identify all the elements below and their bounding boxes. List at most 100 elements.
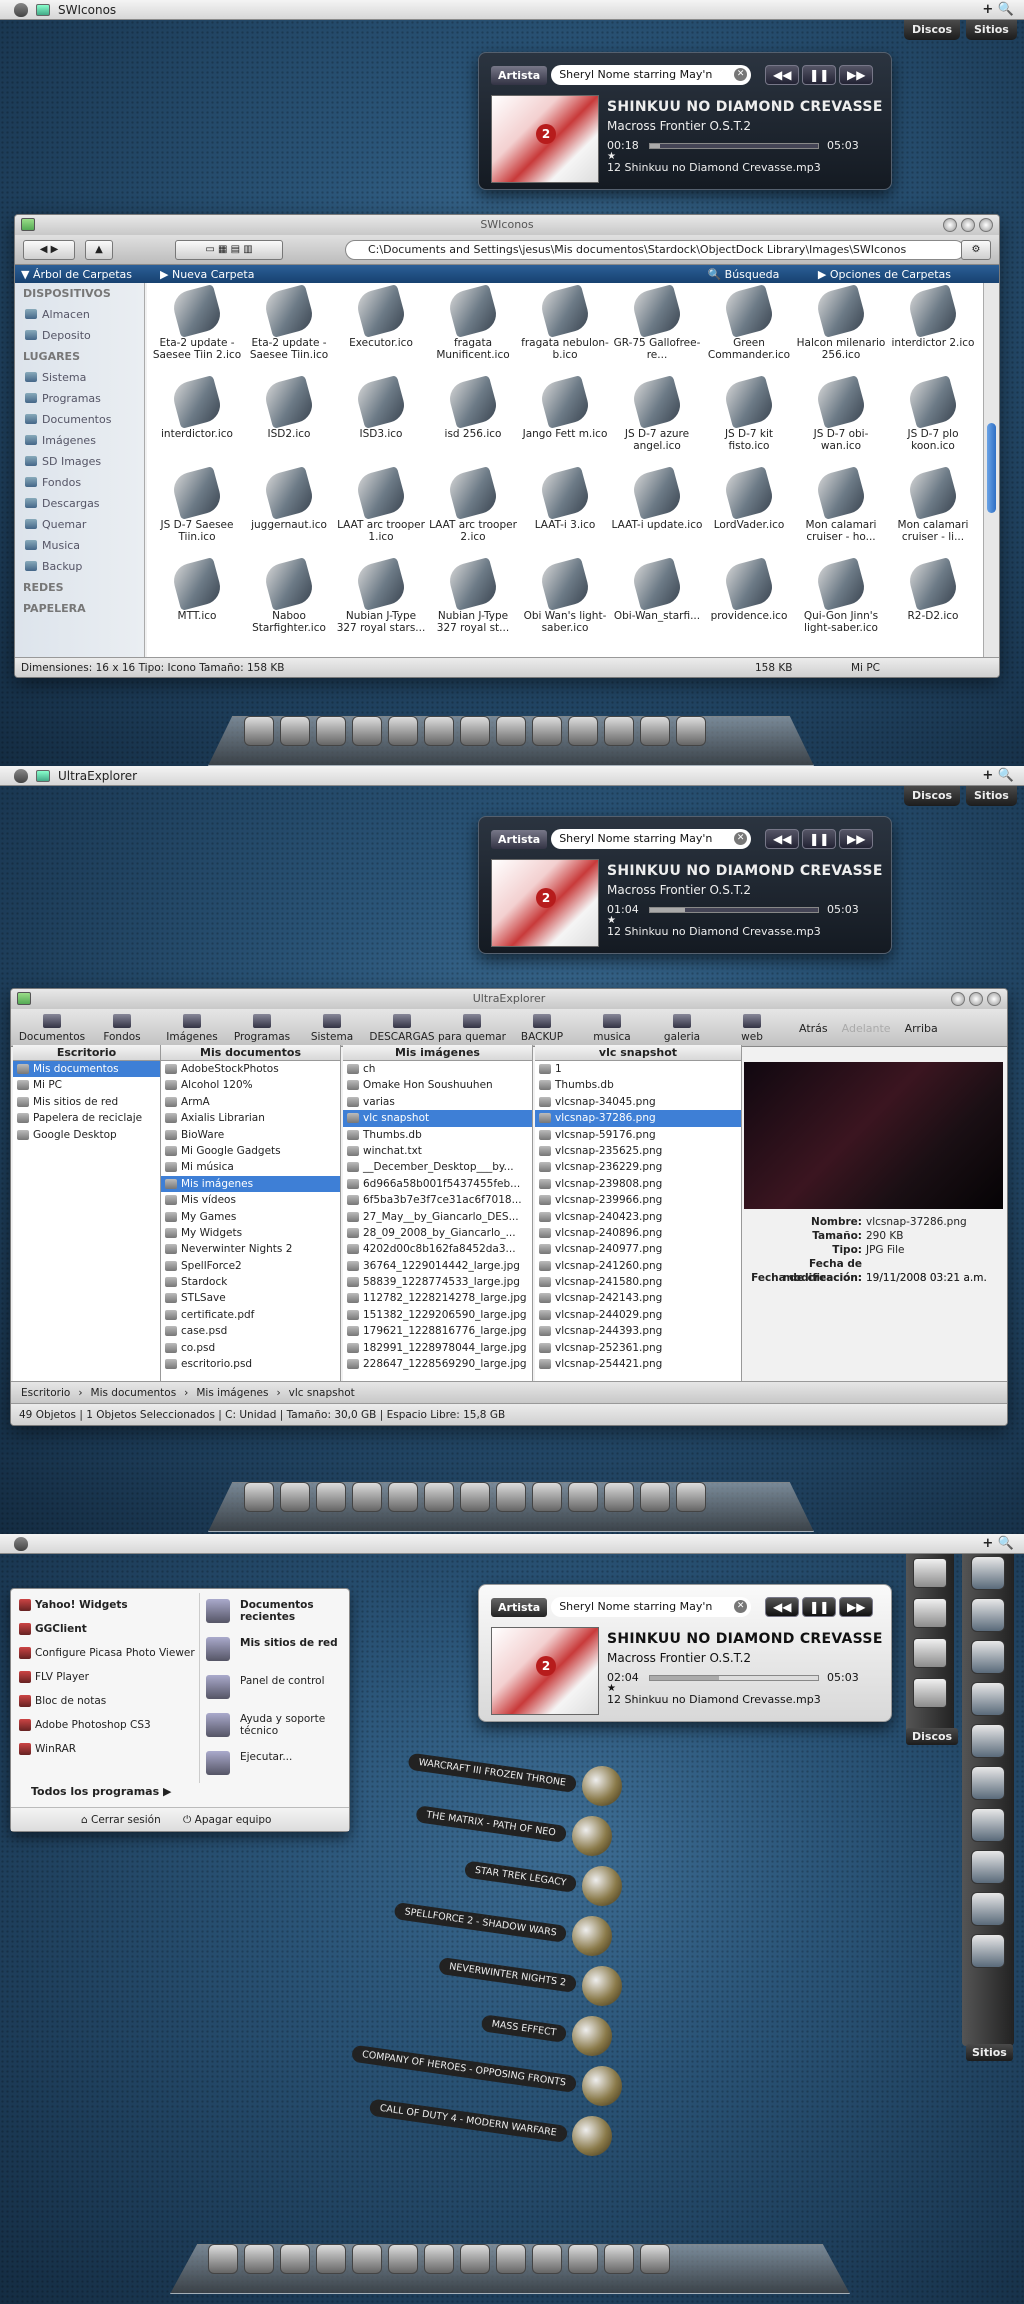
add-search-icons[interactable]: + 🔍 [982, 768, 1014, 783]
list-item[interactable]: Mi PC [13, 1077, 160, 1093]
list-item[interactable]: vlcsnap-239966.png [535, 1192, 741, 1208]
list-item[interactable]: Omake Hon Soushuuhen [343, 1077, 532, 1093]
file-icon-item[interactable]: R2-D2.ico [887, 557, 979, 653]
list-item[interactable]: 1 [535, 1061, 741, 1077]
file-icon-item[interactable]: Nubian J-Type 327 royal st... [427, 557, 519, 653]
sidebar-item[interactable]: Deposito [15, 325, 144, 346]
dock-app-icon[interactable] [388, 1482, 418, 1512]
dock-app-icon[interactable] [676, 716, 706, 746]
list-item[interactable]: Thumbs.db [343, 1127, 532, 1143]
list-item[interactable]: Papelera de reciclaje [13, 1110, 160, 1126]
sidebar-item[interactable]: Musica [15, 535, 144, 556]
list-item[interactable]: 36764_1229014442_large.jpg [343, 1258, 532, 1274]
dock-app-icon[interactable] [568, 716, 598, 746]
start-menu-place[interactable]: Mis sitios de red [200, 1631, 347, 1669]
game-launcher-item[interactable]: THE MATRIX - PATH OF NEO [312, 1805, 612, 1856]
dock-app-icon[interactable] [280, 716, 310, 746]
dock-app-icon[interactable] [244, 1482, 274, 1512]
list-item[interactable]: vlcsnap-244393.png [535, 1323, 741, 1339]
dock-app-icon[interactable] [532, 716, 562, 746]
view-mode-buttons[interactable]: ▭ ▦ ▤ ▥ [175, 240, 283, 260]
progress-bar[interactable] [649, 143, 819, 149]
list-item[interactable]: Mi música [161, 1159, 340, 1175]
drive-icon[interactable] [913, 1638, 947, 1668]
game-launcher-item[interactable]: COMPANY OF HEROES - OPPOSING FRONTS [322, 2044, 622, 2106]
list-item[interactable]: 6d966a58b001f5437455feb... [343, 1176, 532, 1192]
dock-app-icon[interactable] [388, 716, 418, 746]
search-input[interactable]: Sheryl Nome starring May'n ✕ [551, 1597, 752, 1617]
toolbar-button[interactable]: galeria [647, 1014, 717, 1043]
dock-app-icon[interactable] [640, 1482, 670, 1512]
file-icon-item[interactable]: Qui-Gon Jinn's light-saber.ico [795, 557, 887, 653]
dock-app-icon[interactable] [568, 2244, 598, 2274]
tab-sitios[interactable]: Sitios [966, 786, 1017, 806]
dock-app-icon[interactable] [352, 1482, 382, 1512]
toolbar-button[interactable]: Sistema [297, 1014, 367, 1043]
list-item[interactable]: Neverwinter Nights 2 [161, 1241, 340, 1257]
file-icon-item[interactable]: JS D-7 Saesee Tiin.ico [151, 466, 243, 562]
file-icon-item[interactable]: Mon calamari cruiser - li... [887, 466, 979, 562]
toolbar-button[interactable]: BACKUP [507, 1014, 577, 1043]
list-item[interactable]: 27_May__by_Giancarlo_DES... [343, 1209, 532, 1225]
game-launcher-item[interactable]: CALL OF DUTY 4 - MODERN WARFARE [312, 2098, 612, 2156]
rewind-button[interactable]: ◀◀ [765, 829, 800, 849]
file-icon-item[interactable]: Obi Wan's light-saber.ico [519, 557, 611, 653]
add-search-icons[interactable]: + 🔍 [982, 2, 1014, 17]
list-item[interactable]: Mis imágenes [161, 1175, 340, 1193]
file-icon-item[interactable]: LAAT arc trooper 2.ico [427, 466, 519, 562]
list-item[interactable]: 28_09_2008_by_Giancarlo_... [343, 1225, 532, 1241]
file-icon-item[interactable]: providence.ico [703, 557, 795, 653]
dock-app-icon[interactable] [352, 2244, 382, 2274]
file-icon-item[interactable]: LAAT-i update.ico [611, 466, 703, 562]
scroll-thumb[interactable] [987, 423, 996, 513]
file-icon-item[interactable]: Nubian J-Type 327 royal stars... [335, 557, 427, 653]
list-item[interactable]: varias [343, 1094, 532, 1110]
sidebar-item[interactable]: Almacen [15, 304, 144, 325]
list-item[interactable]: AdobeStockPhotos [161, 1061, 340, 1077]
tab-sitios[interactable]: Sitios [966, 20, 1017, 40]
toolbar-button[interactable]: Fondos [87, 1014, 157, 1043]
list-item[interactable]: Mis documentos [13, 1061, 160, 1078]
file-icon-item[interactable]: JS D-7 azure angel.ico [611, 375, 703, 471]
start-menu-item[interactable]: GGClient [15, 1617, 195, 1641]
file-icon-item[interactable]: interdictor 2.ico [887, 284, 979, 380]
site-icon[interactable] [971, 1682, 1005, 1716]
pause-button[interactable]: ❚❚ [802, 65, 837, 85]
list-item[interactable]: vlcsnap-242143.png [535, 1290, 741, 1306]
sidebar-item[interactable]: Quemar [15, 514, 144, 535]
file-icon-item[interactable]: LAAT-i 3.ico [519, 466, 611, 562]
dock-app-icon[interactable] [496, 1482, 526, 1512]
dock-app-icon[interactable] [352, 716, 382, 746]
file-icon-item[interactable]: Mon calamari cruiser - ho... [795, 466, 887, 562]
list-item[interactable]: 112782_1228214278_large.jpg [343, 1290, 532, 1306]
progress-bar[interactable] [649, 907, 819, 913]
close-button[interactable] [987, 992, 1001, 1006]
list-item[interactable]: ArmA [161, 1094, 340, 1110]
toolbar-button[interactable]: web [717, 1014, 787, 1043]
apple-icon[interactable] [14, 2, 28, 17]
breadcrumb-item[interactable]: Escritorio [21, 1387, 70, 1399]
toolbar-button[interactable]: Imágenes [157, 1014, 227, 1043]
dock-app-icon[interactable] [424, 2244, 454, 2274]
file-icon-item[interactable]: Naboo Starfighter.ico [243, 557, 335, 653]
dock-app-icon[interactable] [244, 2244, 274, 2274]
list-item[interactable]: vlcsnap-59176.png [535, 1127, 741, 1143]
clear-icon[interactable]: ✕ [734, 68, 748, 81]
dock-app-icon[interactable] [316, 1482, 346, 1512]
site-icon[interactable] [971, 1640, 1005, 1674]
progress-bar[interactable] [649, 1675, 819, 1681]
list-item[interactable]: Mis vídeos [161, 1192, 340, 1208]
nav-button[interactable]: Adelante [842, 1022, 891, 1035]
list-item[interactable]: vlcsnap-252361.png [535, 1340, 741, 1356]
list-item[interactable]: vlcsnap-235625.png [535, 1143, 741, 1159]
tab-discos[interactable]: Discos [904, 786, 961, 806]
file-icon-item[interactable]: Executor.ico [335, 284, 427, 380]
maximize-button[interactable] [969, 992, 983, 1006]
dock-app-icon[interactable] [316, 716, 346, 746]
breadcrumb-item[interactable]: vlc snapshot [289, 1387, 355, 1399]
site-icon[interactable] [971, 1850, 1005, 1884]
ribbon-folder-tree[interactable]: ▼ Árbol de Carpetas [21, 268, 146, 281]
dock-app-icon[interactable] [280, 2244, 310, 2274]
list-item[interactable]: Stardock [161, 1274, 340, 1290]
start-menu-item[interactable]: Yahoo! Widgets [15, 1593, 195, 1617]
